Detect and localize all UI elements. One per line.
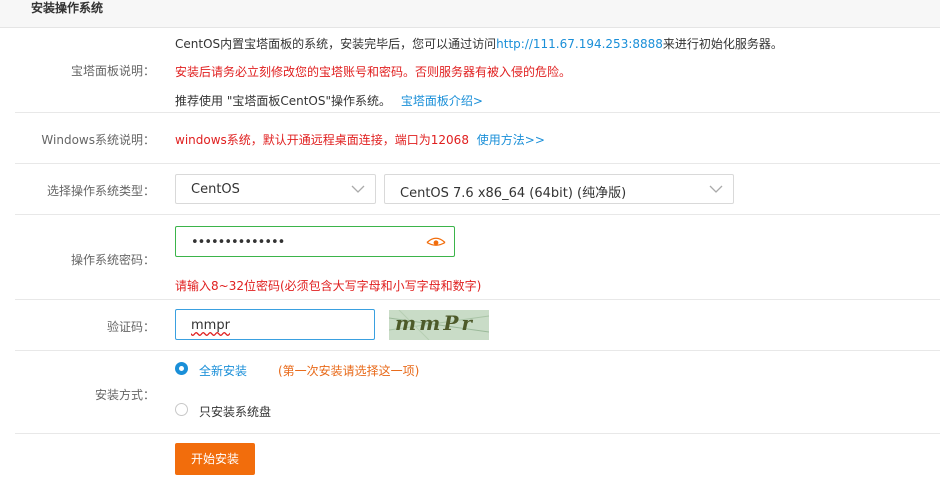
baota-line1-prefix: CentOS内置宝塔面板的系统，安装完毕后，您可以通过访问 <box>175 37 497 51</box>
os-type-label: 选择操作系统类型： <box>46 184 155 198</box>
captcha-image-text: mmPr <box>395 311 475 335</box>
os-version-select[interactable]: CentOS 7.6 x86_64 (64bit) (纯净版) <box>384 174 734 204</box>
radio-full-install[interactable] <box>175 362 188 375</box>
baota-label: 宝塔面板说明： <box>70 64 155 78</box>
radio-system-disk[interactable] <box>175 403 188 416</box>
password-label: 操作系统密码： <box>70 253 155 267</box>
panel-url-link[interactable]: http://111.67.194.253:8888 <box>496 37 663 51</box>
section-title: 安装操作系统 <box>31 1 104 15</box>
os-family-select[interactable]: CentOS <box>175 174 376 204</box>
windows-label: Windows系统说明： <box>41 133 155 147</box>
divider <box>15 214 940 215</box>
captcha-image[interactable]: mmPr <box>389 310 489 340</box>
captcha-input[interactable]: mmpr <box>175 309 375 340</box>
password-field[interactable]: •••••••••••••• <box>175 226 455 257</box>
full-install-note: (第一次安装请选择这一项) <box>278 364 420 378</box>
divider <box>15 112 940 113</box>
divider <box>15 299 940 300</box>
divider <box>15 163 940 164</box>
windows-howto-link[interactable]: 使用方法>> <box>477 133 545 147</box>
start-install-button[interactable]: 开始安装 <box>175 443 255 475</box>
os-version-value: CentOS 7.6 x86_64 (64bit) (纯净版) <box>400 186 627 201</box>
section-header: 安装操作系统 <box>0 0 940 28</box>
baota-line3: 推荐使用 "宝塔面板CentOS"操作系统。 宝塔面板介绍> <box>175 92 483 109</box>
system-disk-label[interactable]: 只安装系统盘 <box>199 403 271 420</box>
divider <box>15 350 940 351</box>
baota-intro-link[interactable]: 宝塔面板介绍> <box>401 94 483 108</box>
captcha-value: mmpr <box>191 318 230 333</box>
install-label: 安装方式： <box>94 388 155 402</box>
chevron-down-icon <box>351 185 365 193</box>
divider <box>15 433 940 434</box>
baota-line1-suffix: 来进行初始化服务器。 <box>662 37 783 51</box>
full-install-label[interactable]: 全新安装 <box>199 362 247 379</box>
password-value: •••••••••••••• <box>191 235 285 250</box>
password-hint: 请输入8~32位密码(必须包含大写字母和小写字母和数字) <box>175 279 482 293</box>
baota-line1: CentOS内置宝塔面板的系统，安装完毕后，您可以通过访问http://111.… <box>175 35 783 52</box>
eye-icon[interactable] <box>426 236 446 249</box>
baota-line3-prefix: 推荐使用 "宝塔面板CentOS"操作系统。 <box>175 94 391 108</box>
windows-note-text: windows系统，默认开通远程桌面连接，端口为12068 <box>175 133 469 147</box>
chevron-down-icon <box>709 185 723 193</box>
captcha-label: 验证码： <box>106 320 155 334</box>
os-family-value: CentOS <box>191 182 240 197</box>
baota-warning: 安装后请务必立刻修改您的宝塔账号和密码。否则服务器有被入侵的危险。 <box>175 65 572 79</box>
windows-note: windows系统，默认开通远程桌面连接，端口为12068 使用方法>> <box>175 131 545 148</box>
